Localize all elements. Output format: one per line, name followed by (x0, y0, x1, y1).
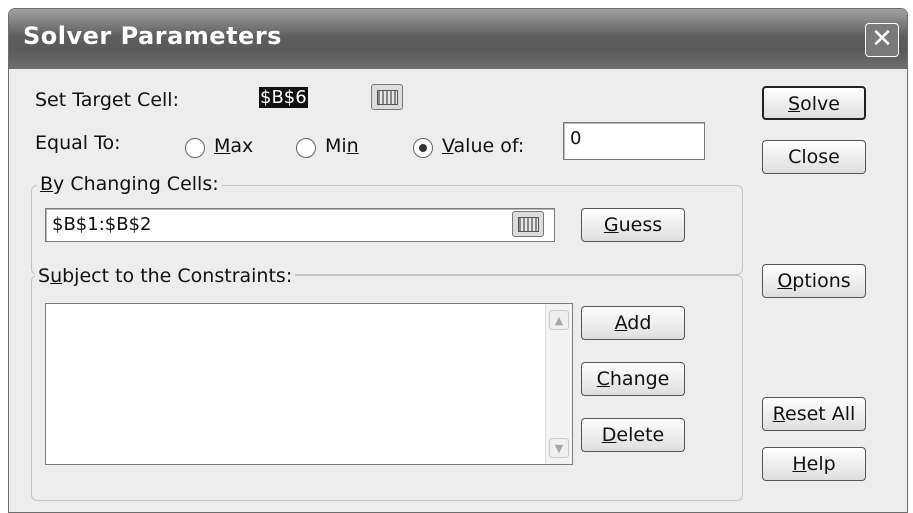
changing-cells-input[interactable]: $B$1:$B$2 (45, 208, 555, 242)
window-title: Solver Parameters (23, 22, 282, 50)
changing-cells-value: $B$1:$B$2 (52, 214, 152, 235)
options-button[interactable]: Options (762, 264, 866, 298)
guess-button[interactable]: Guess (581, 208, 685, 242)
change-button[interactable]: Change (581, 362, 685, 396)
range-selector-icon (377, 90, 398, 105)
close-button[interactable]: Close (762, 140, 866, 174)
value-of-label: Value of: (442, 135, 525, 157)
solver-parameters-dialog: Solver Parameters ✕ Set Target Cell: $B$… (8, 8, 908, 513)
set-target-cell-label: Set Target Cell: (35, 89, 179, 111)
scroll-up-arrow-icon[interactable]: ▲ (549, 310, 569, 330)
value-of-value: 0 (570, 128, 582, 149)
changing-cells-label: By Changing Cells: (37, 173, 222, 195)
add-button[interactable]: Add (581, 306, 685, 340)
solve-button[interactable]: Solve (762, 86, 866, 120)
target-ref-button[interactable] (371, 84, 403, 110)
min-label: Min (325, 135, 359, 157)
changing-ref-button[interactable] (512, 211, 544, 237)
constraints-list[interactable]: ▲ ▼ (45, 303, 573, 465)
delete-button[interactable]: Delete (581, 418, 685, 452)
min-radio[interactable] (296, 138, 316, 158)
max-radio[interactable] (185, 138, 205, 158)
constraints-scrollbar[interactable]: ▲ ▼ (545, 304, 572, 464)
max-label: Max (214, 135, 254, 157)
target-cell-value: $B$6 (259, 87, 308, 108)
equal-to-label: Equal To: (35, 132, 121, 154)
scroll-down-arrow-icon[interactable]: ▼ (549, 438, 569, 458)
constraints-label: Subject to the Constraints: (35, 265, 296, 287)
radio-selected-dot (419, 144, 427, 152)
value-of-input[interactable]: 0 (563, 122, 705, 160)
help-button[interactable]: Help (762, 447, 866, 481)
reset-all-button[interactable]: Reset All (762, 397, 866, 431)
title-bar: Solver Parameters ✕ (9, 9, 907, 69)
close-icon[interactable]: ✕ (865, 23, 899, 57)
value-of-radio[interactable] (413, 138, 433, 158)
target-cell-input[interactable]: $B$6 (255, 83, 371, 115)
range-selector-icon (518, 217, 539, 232)
